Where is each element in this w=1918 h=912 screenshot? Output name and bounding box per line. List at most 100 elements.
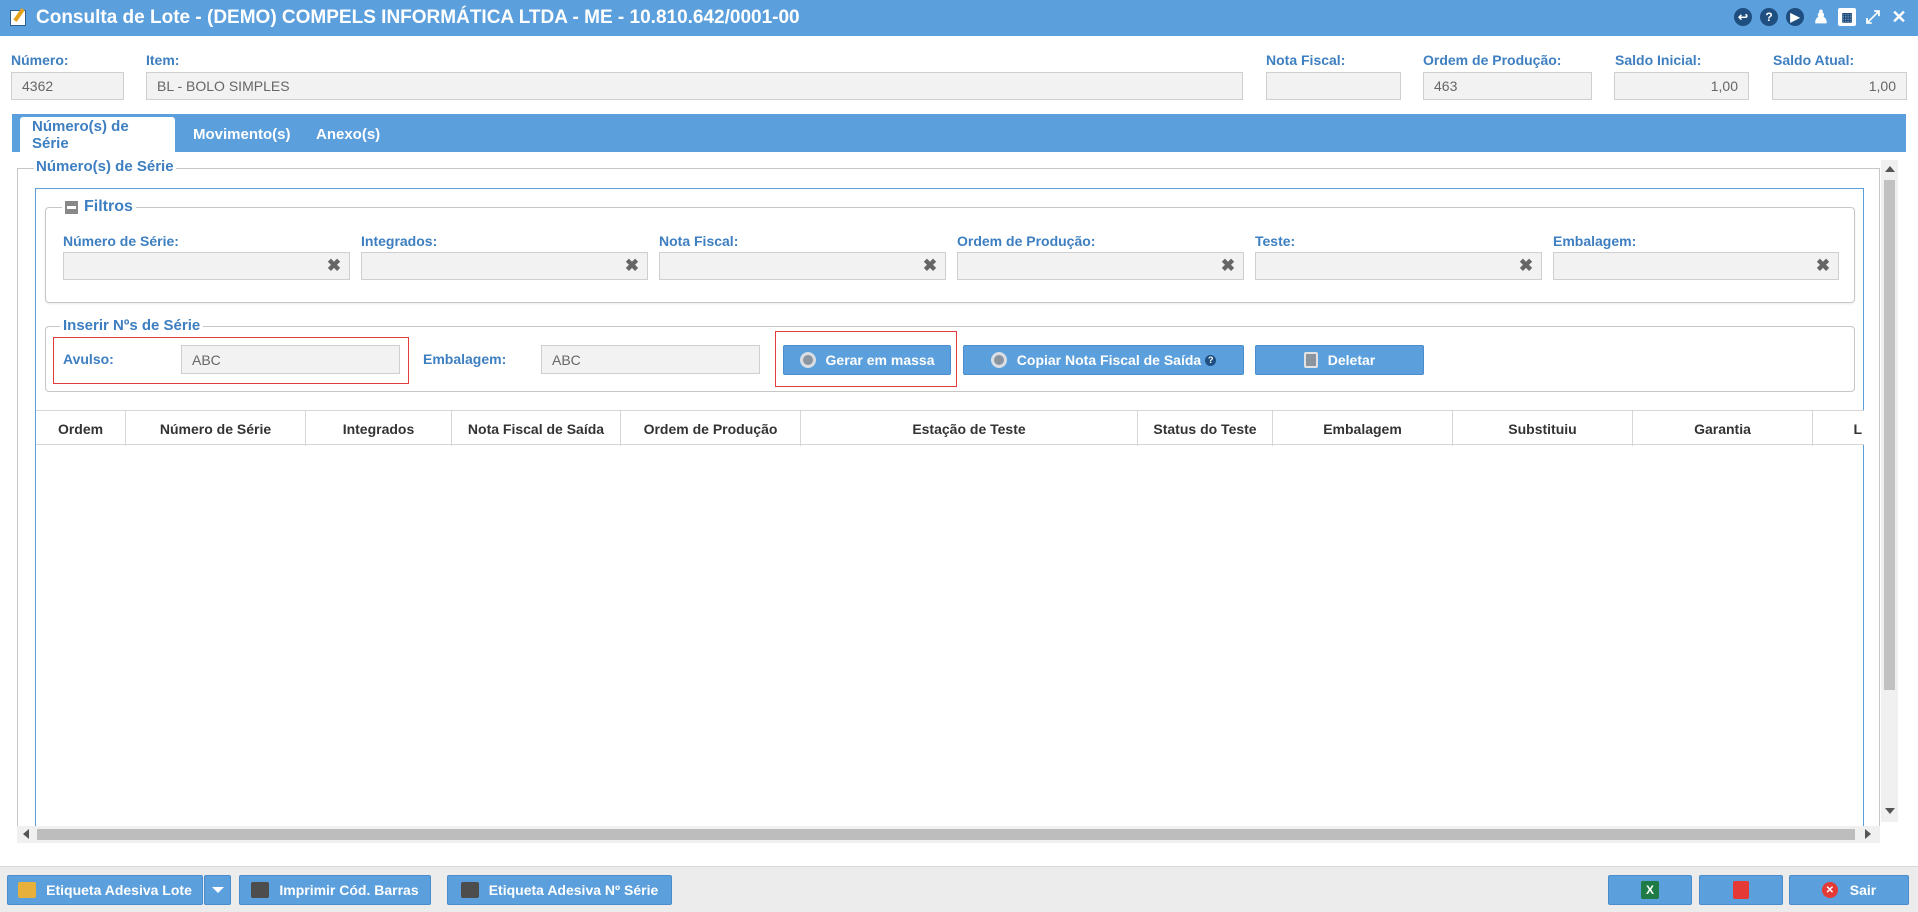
export-pdf-button[interactable] (1699, 875, 1783, 905)
saldo-inicial-field[interactable]: 1,00 (1614, 72, 1749, 100)
window-titlebar: Consulta de Lote - (DEMO) COMPELS INFORM… (0, 0, 1918, 36)
horizontal-scrollbar[interactable] (17, 826, 1880, 843)
sair-label: Sair (1849, 882, 1877, 898)
vertical-scroll-thumb[interactable] (1884, 180, 1895, 690)
filter-numero-serie-input[interactable]: ✖ (63, 252, 350, 280)
excel-icon: X (1641, 881, 1659, 899)
saldo-atual-field[interactable]: 1,00 (1772, 72, 1907, 100)
etiqueta-dropdown-button[interactable] (204, 875, 231, 905)
column-header[interactable]: Ordem de Produção (621, 411, 801, 446)
column-header[interactable]: Status do Teste (1138, 411, 1273, 446)
gerar-em-massa-label: Gerar em massa (825, 352, 935, 368)
clear-icon[interactable]: ✖ (623, 256, 641, 275)
filters-legend[interactable]: Filtros (62, 198, 136, 216)
export-excel-button[interactable]: X (1608, 875, 1692, 905)
filter-numero-serie-label: Número de Série: (63, 233, 179, 249)
filter-embalagem-input[interactable]: ✖ (1553, 252, 1839, 280)
item-field[interactable]: BL - BOLO SIMPLES (146, 72, 1243, 100)
calendar-icon[interactable]: ▦ (1838, 8, 1856, 26)
embalagem-label: Embalagem: (423, 351, 507, 367)
column-header[interactable]: Número de Série (126, 411, 306, 446)
clear-icon[interactable]: ✖ (1814, 256, 1832, 275)
vertical-scrollbar[interactable] (1881, 160, 1898, 822)
filter-ordem-producao-label: Ordem de Produção: (957, 233, 1096, 249)
etiqueta-adesiva-lote-label: Etiqueta Adesiva Lote (46, 882, 192, 898)
tab-numeros-de-serie[interactable]: Número(s) de Série (20, 117, 175, 152)
filter-embalagem-label: Embalagem: (1553, 233, 1637, 249)
scroll-down-icon[interactable] (1885, 808, 1895, 814)
footer-toolbar: Etiqueta Adesiva Lote Imprimir Cód. Barr… (0, 866, 1918, 912)
pdf-icon (1733, 881, 1749, 899)
column-header[interactable]: Substituiu (1453, 411, 1633, 446)
filter-nota-fiscal-input[interactable]: ✖ (659, 252, 946, 280)
back-icon[interactable]: ↩ (1734, 8, 1752, 26)
column-header[interactable]: Garantia (1633, 411, 1813, 446)
numero-label: Número: (11, 52, 69, 68)
nota-fiscal-label: Nota Fiscal: (1266, 52, 1346, 68)
clear-icon[interactable]: ✖ (1219, 256, 1237, 275)
scroll-right-icon[interactable] (1865, 829, 1871, 839)
edit-document-icon (10, 10, 26, 26)
gear-icon (799, 352, 816, 368)
ordem-producao-label: Ordem de Produção: (1423, 52, 1562, 68)
clear-icon[interactable]: ✖ (325, 256, 343, 275)
help-icon[interactable]: ? (1760, 8, 1778, 26)
column-header[interactable]: Estação de Teste (801, 411, 1138, 446)
saldo-inicial-label: Saldo Inicial: (1615, 52, 1702, 68)
clear-icon[interactable]: ✖ (921, 256, 939, 275)
filter-integrados-label: Integrados: (361, 233, 438, 249)
collapse-minus-icon[interactable] (65, 200, 78, 214)
column-header[interactable]: Nota Fiscal de Saída (452, 411, 621, 446)
filter-nota-fiscal-label: Nota Fiscal: (659, 233, 739, 249)
column-header[interactable]: L (1813, 411, 1864, 446)
etiqueta-adesiva-serie-label: Etiqueta Adesiva Nº Série (488, 882, 659, 898)
numero-field[interactable]: 4362 (11, 72, 124, 100)
filter-ordem-producao-input[interactable]: ✖ (957, 252, 1244, 280)
nota-fiscal-field[interactable] (1266, 72, 1401, 100)
tab-movimentos[interactable]: Movimento(s) (181, 117, 303, 152)
help-icon[interactable]: ? (1205, 354, 1217, 366)
sair-button[interactable]: ✕ Sair (1789, 875, 1909, 905)
window-actions: ↩ ? ▶ ♟ ▦ ⤢ ✕ (1734, 7, 1908, 27)
imprimir-cod-barras-label: Imprimir Cód. Barras (279, 882, 419, 898)
embalagem-input[interactable]: ABC (541, 345, 760, 374)
label-icon (18, 882, 37, 898)
column-header[interactable]: Ordem (36, 411, 126, 446)
etiqueta-adesiva-lote-button[interactable]: Etiqueta Adesiva Lote (7, 875, 203, 905)
column-header[interactable]: Embalagem (1273, 411, 1453, 446)
scroll-up-icon[interactable] (1885, 166, 1895, 172)
user-icon[interactable]: ♟ (1812, 7, 1830, 27)
horizontal-scroll-thumb[interactable] (37, 829, 1855, 840)
filter-teste-label: Teste: (1255, 233, 1296, 249)
section-title: Número(s) de Série (34, 158, 176, 175)
play-icon[interactable]: ▶ (1786, 8, 1804, 26)
grid-header: Ordem Número de Série Integrados Nota Fi… (36, 410, 1864, 446)
scroll-left-icon[interactable] (23, 829, 29, 839)
avulso-input[interactable]: ABC (181, 345, 400, 374)
saldo-atual-label: Saldo Atual: (1773, 52, 1855, 68)
gear-icon (990, 352, 1007, 368)
copiar-nota-fiscal-label: Copiar Nota Fiscal de Saída (1016, 352, 1202, 368)
etiqueta-adesiva-serie-button[interactable]: Etiqueta Adesiva Nº Série (447, 875, 672, 905)
column-header[interactable]: Integrados (306, 411, 452, 446)
tab-bar: Número(s) de Série Movimento(s) Anexo(s) (12, 114, 1906, 152)
filter-integrados-input[interactable]: ✖ (361, 252, 648, 280)
tab-anexos[interactable]: Anexo(s) (304, 117, 392, 152)
clear-icon[interactable]: ✖ (1517, 256, 1535, 275)
window-title: Consulta de Lote - (DEMO) COMPELS INFORM… (36, 7, 800, 28)
insert-title: Inserir Nºs de Série (60, 317, 204, 334)
deletar-label: Deletar (1327, 352, 1376, 368)
copiar-nota-fiscal-button[interactable]: Copiar Nota Fiscal de Saída ? (963, 345, 1244, 375)
close-icon[interactable]: ✕ (1890, 7, 1908, 27)
deletar-button[interactable]: Deletar (1255, 345, 1424, 375)
chevron-down-icon (211, 887, 224, 893)
trash-icon (1303, 352, 1318, 368)
filter-teste-input[interactable]: ✖ (1255, 252, 1542, 280)
collapse-icon[interactable]: ⤢ (1864, 7, 1882, 27)
printer-icon (460, 882, 479, 898)
printer-icon (251, 882, 270, 898)
ordem-producao-field[interactable]: 463 (1423, 72, 1592, 100)
gerar-em-massa-button[interactable]: Gerar em massa (783, 345, 951, 375)
avulso-label: Avulso: (63, 351, 114, 367)
imprimir-cod-barras-button[interactable]: Imprimir Cód. Barras (239, 875, 431, 905)
